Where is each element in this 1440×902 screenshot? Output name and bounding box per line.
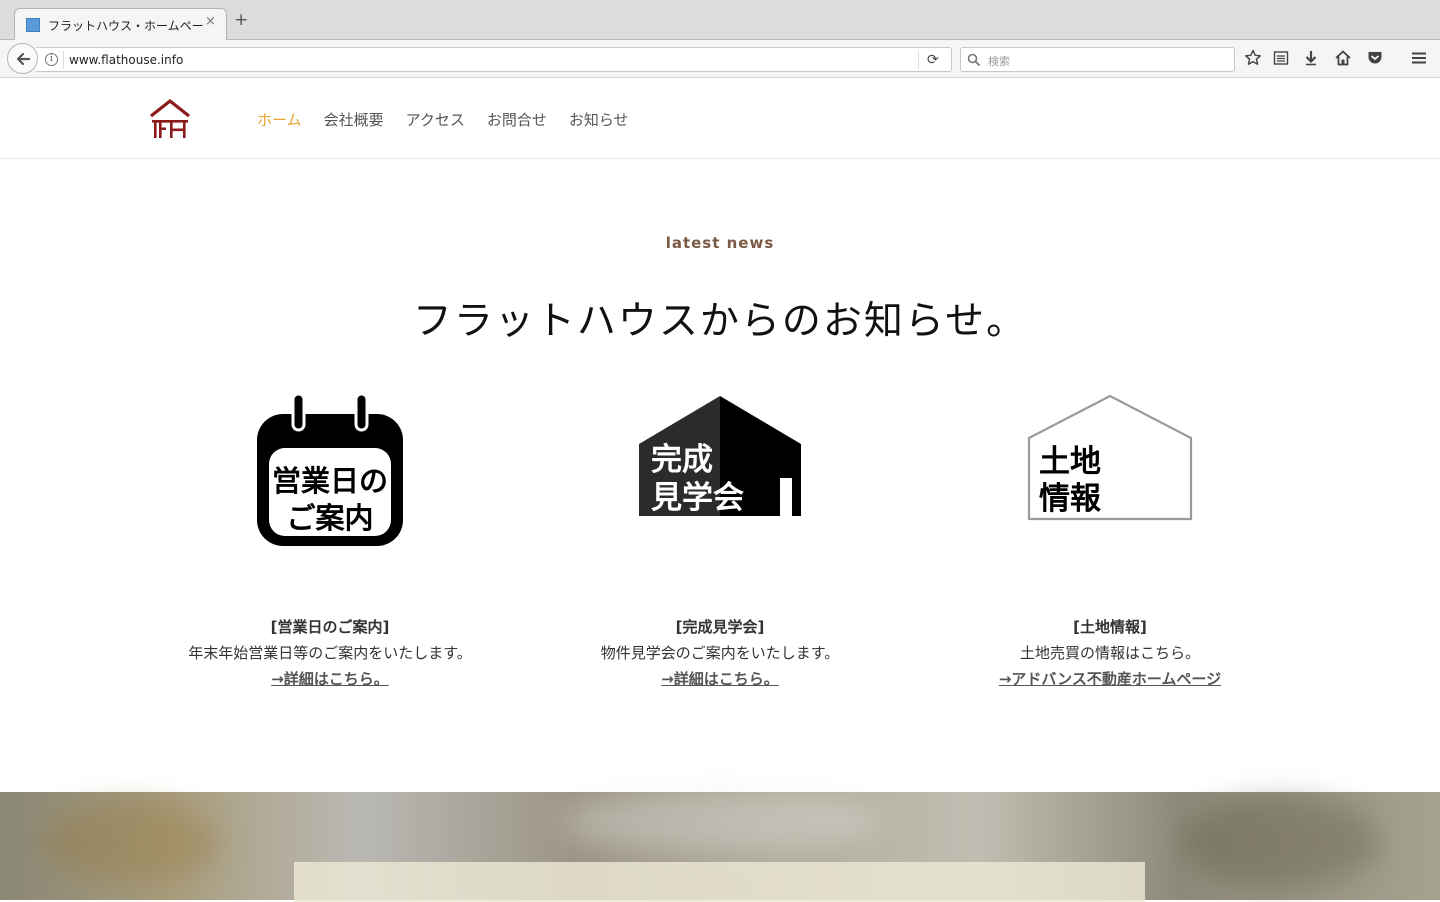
news-card-land-info: 土地 情報 [土地情報] 土地売買の情報はこちら。 →アドバンス不動産ホームペー… <box>930 390 1290 688</box>
url-bar[interactable]: i www.flathouse.info ⟳ <box>36 47 952 72</box>
open-house-icon-text-line2: 見学会 <box>651 480 744 516</box>
browser-navigation-bar: i www.flathouse.info ⟳ 検索 <box>0 40 1440 78</box>
back-button[interactable] <box>7 43 38 74</box>
main-nav: ホーム 会社概要 アクセス お問合せ お知らせ <box>257 109 651 130</box>
menu-hamburger-icon[interactable] <box>1410 49 1428 67</box>
site-header: ホーム 会社概要 アクセス お問合せ お知らせ <box>0 78 1440 159</box>
nav-contact[interactable]: お問合せ <box>487 109 547 130</box>
search-icon <box>967 53 981 67</box>
browser-tab-bar: フラットハウス・ホームペー... × + <box>0 0 1440 41</box>
home-icon[interactable] <box>1334 49 1352 67</box>
card-detail-link[interactable]: →詳細はこちら。 <box>150 668 510 689</box>
card-detail-link[interactable]: →詳細はこちら。 <box>540 668 900 689</box>
tab-close-icon[interactable]: × <box>205 14 216 29</box>
land-info-icon-text-line2: 情報 <box>1039 481 1102 517</box>
card-title: [土地情報] <box>1073 618 1147 636</box>
calendar-icon-text-line2: ご案内 <box>286 501 373 535</box>
new-tab-button[interactable]: + <box>234 12 248 29</box>
url-divider <box>918 51 919 69</box>
reload-icon[interactable]: ⟳ <box>927 52 939 68</box>
card-title: [営業日のご案内] <box>270 618 390 636</box>
photo-blur <box>1180 797 1380 887</box>
download-icon[interactable] <box>1302 49 1320 67</box>
nav-news[interactable]: お知らせ <box>569 109 629 130</box>
card-description: 物件見学会のご案内をいたします。 <box>600 644 840 662</box>
nav-home[interactable]: ホーム <box>257 109 302 130</box>
news-card-business-days: 営業日の ご案内 [営業日のご案内] 年末年始営業日等のご案内をいたします。 →… <box>150 390 510 688</box>
card-external-link[interactable]: →アドバンス不動産ホームページ <box>930 668 1290 689</box>
site-info-icon[interactable]: i <box>45 53 58 66</box>
browser-tab[interactable]: フラットハウス・ホームペー... × <box>14 8 227 41</box>
hero-photo-band <box>0 792 1440 902</box>
section-eyebrow: latest news <box>665 234 775 252</box>
open-house-icon[interactable]: 完成 見学会 <box>540 390 900 565</box>
land-info-icon[interactable]: 土地 情報 <box>930 390 1290 565</box>
reading-list-icon[interactable] <box>1272 49 1290 67</box>
open-house-icon-text-line1: 完成 <box>651 442 713 478</box>
url-divider <box>63 51 64 69</box>
search-bar[interactable]: 検索 <box>960 47 1235 72</box>
calendar-icon[interactable]: 営業日の ご案内 <box>150 390 510 565</box>
photo-blur <box>560 792 880 852</box>
flathouse-logo[interactable] <box>148 98 194 140</box>
card-description: 土地売買の情報はこちら。 <box>1019 644 1200 662</box>
pocket-icon[interactable] <box>1366 49 1384 67</box>
news-card-open-house: 完成 見学会 [完成見学会] 物件見学会のご案内をいたします。 →詳細はこちら。 <box>540 390 900 688</box>
search-placeholder: 検索 <box>988 55 1010 68</box>
photo-blur <box>40 802 220 882</box>
card-description: 年末年始営業日等のご案内をいたします。 <box>188 644 472 662</box>
arrow-left-icon <box>16 52 31 66</box>
tab-title: フラットハウス・ホームペー... <box>48 19 203 33</box>
photo-overlay-panel <box>294 862 1145 902</box>
url-text[interactable]: www.flathouse.info <box>69 53 183 67</box>
nav-company[interactable]: 会社概要 <box>324 109 384 130</box>
land-info-icon-text-line1: 土地 <box>1039 444 1101 480</box>
section-headline: フラットハウスからのお知らせ。 <box>412 299 1028 344</box>
bookmark-star-icon[interactable] <box>1244 49 1262 67</box>
calendar-icon-text-line1: 営業日の <box>272 464 388 498</box>
favicon-icon <box>26 18 40 32</box>
card-title: [完成見学会] <box>675 618 765 636</box>
nav-access[interactable]: アクセス <box>406 109 465 130</box>
